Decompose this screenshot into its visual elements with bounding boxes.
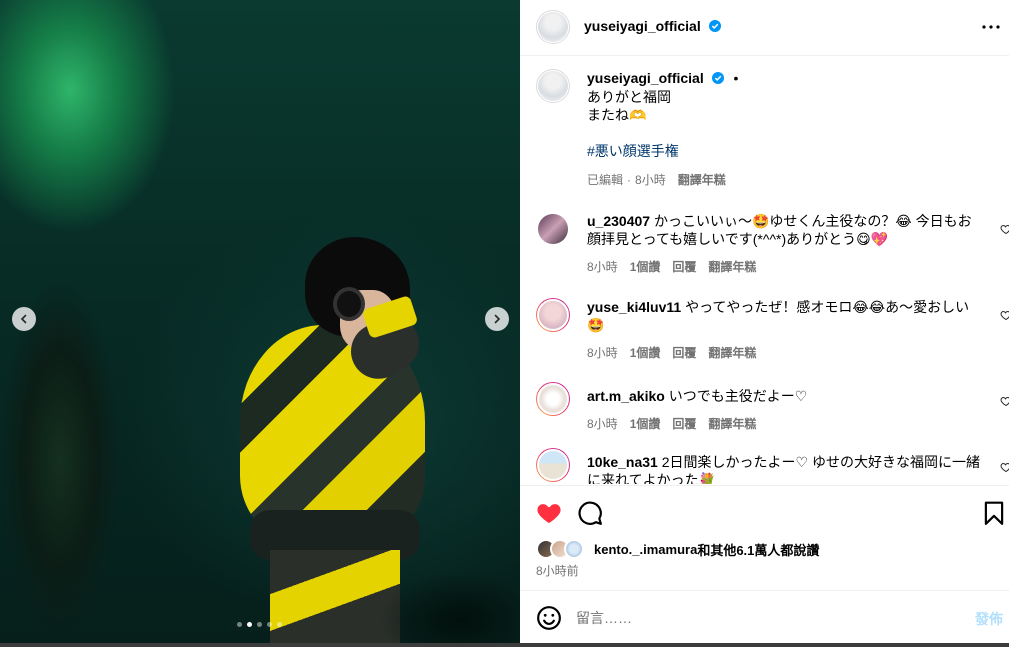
commenter-username[interactable]: u_230407: [587, 213, 650, 229]
translate-button[interactable]: 翻譯年糕: [708, 344, 756, 362]
comment-time: 8小時: [587, 346, 618, 360]
caption-time: 8小時: [635, 173, 666, 187]
caption-line-1: ありがと福岡: [587, 89, 671, 105]
emoji-smile-icon: [537, 606, 561, 630]
commenter-avatar[interactable]: [536, 298, 570, 332]
liked-by-username[interactable]: kento._.imamura: [594, 542, 697, 557]
carousel-dot: [267, 622, 272, 627]
post-photo[interactable]: [0, 0, 520, 643]
carousel-prev-button[interactable]: [12, 307, 36, 331]
caption-avatar[interactable]: [536, 69, 570, 103]
save-button[interactable]: [981, 500, 1007, 526]
author-username[interactable]: yuseiyagi_official: [584, 18, 701, 34]
post-details-panel: yuseiyagi_official yuseiyagi_official • …: [520, 0, 1009, 643]
comments-list[interactable]: yuseiyagi_official • ありがと福岡 またね🫶 #悪い顔選手権…: [520, 57, 1009, 484]
post-header: yuseiyagi_official: [520, 0, 1009, 56]
author-avatar[interactable]: [536, 10, 570, 44]
reply-button[interactable]: 回覆: [672, 258, 696, 276]
comment-button[interactable]: [577, 500, 603, 526]
carousel-dot: [257, 622, 262, 627]
carousel-dot: [277, 622, 282, 627]
chevron-left-icon: [20, 314, 27, 324]
commenter-username[interactable]: yuse_ki4luv11: [587, 299, 681, 315]
comment-likes-count[interactable]: 1個讚: [630, 258, 661, 276]
comment-bubble-icon: [578, 501, 602, 525]
add-comment-bar: 發佈: [520, 590, 1009, 643]
separator-dot: •: [733, 70, 739, 86]
emoji-button[interactable]: [536, 605, 562, 631]
commenter-avatar[interactable]: [536, 212, 570, 246]
caption-edited-label: 已編輯: [587, 173, 624, 187]
caption-line-2: またね🫶: [587, 107, 647, 123]
heart-filled-icon: [537, 504, 561, 524]
carousel-indicator: [237, 622, 282, 627]
chevron-right-icon: [494, 314, 501, 324]
commenter-username[interactable]: 10ke_na31: [587, 454, 658, 470]
window-bottom-edge: [0, 643, 1009, 647]
likes-summary: kento._.imamura 和其他6.1萬人都說讚: [536, 539, 819, 559]
hashtag-link[interactable]: #悪い顔選手権: [587, 143, 679, 159]
verified-badge-icon: [709, 20, 722, 32]
liker-avatar: [564, 539, 584, 559]
camera: [333, 287, 365, 321]
comment-input[interactable]: [576, 607, 946, 629]
like-comment-heart-icon[interactable]: [1000, 395, 1009, 407]
likes-count-text[interactable]: 和其他6.1萬人都說讚: [697, 540, 819, 559]
like-button[interactable]: [536, 500, 562, 526]
translate-button[interactable]: 翻譯年糕: [708, 415, 756, 433]
comment-text: いつでも主役だよー♡: [668, 388, 808, 404]
commenter-avatar[interactable]: [536, 448, 570, 482]
comment-likes-count[interactable]: 1個讚: [630, 415, 661, 433]
bookmark-icon: [984, 501, 1004, 525]
carousel-next-button[interactable]: [485, 307, 509, 331]
translate-button[interactable]: 翻譯年糕: [708, 258, 756, 276]
more-horizontal-icon: [982, 25, 1000, 29]
comment-likes-count[interactable]: 1個讚: [630, 344, 661, 362]
commenter-username[interactable]: art.m_akiko: [587, 388, 665, 404]
post-actions: [520, 485, 1009, 535]
verified-badge-icon: [711, 72, 724, 84]
reply-button[interactable]: 回覆: [672, 415, 696, 433]
comment-time: 8小時: [587, 260, 618, 274]
post-timestamp: 8小時前: [536, 564, 579, 578]
like-comment-heart-icon[interactable]: [1000, 309, 1009, 321]
see-translation-button[interactable]: 翻譯年糕: [678, 171, 726, 189]
more-options-button[interactable]: [981, 17, 1001, 37]
post-comment-button[interactable]: 發佈: [975, 609, 1003, 629]
caption-username[interactable]: yuseiyagi_official: [587, 70, 704, 86]
reply-button[interactable]: 回覆: [672, 344, 696, 362]
commenter-avatar[interactable]: [536, 382, 570, 416]
like-comment-heart-icon[interactable]: [1000, 461, 1009, 473]
carousel-dot: [247, 622, 252, 627]
carousel-dot: [237, 622, 242, 627]
like-comment-heart-icon[interactable]: [1000, 223, 1009, 235]
comment-time: 8小時: [587, 417, 618, 431]
